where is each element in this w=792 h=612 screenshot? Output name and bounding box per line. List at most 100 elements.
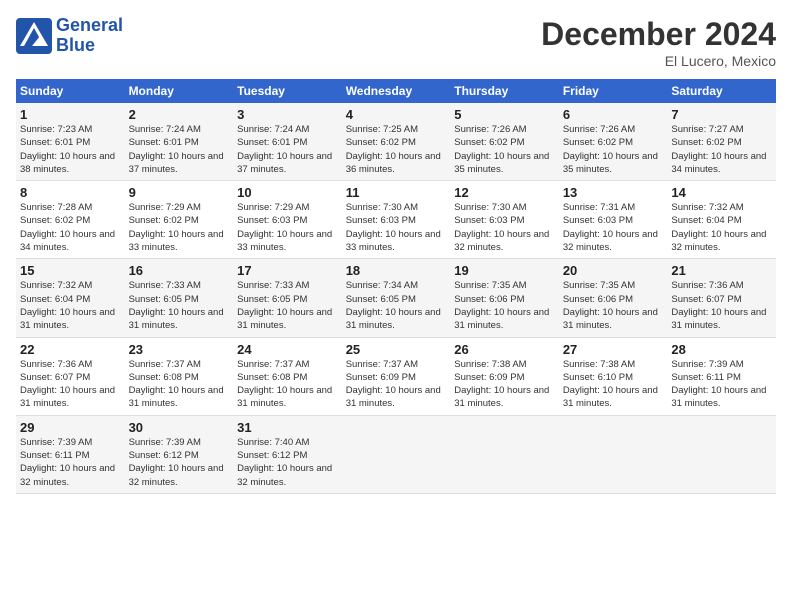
day-info: Sunrise: 7:32 AMSunset: 6:04 PMDaylight:… [20,279,121,332]
day-cell: 28 Sunrise: 7:39 AMSunset: 6:11 PMDaylig… [667,337,776,415]
day-number: 27 [563,342,664,357]
logo: General Blue [16,16,123,56]
day-cell: 4 Sunrise: 7:25 AMSunset: 6:02 PMDayligh… [342,103,451,181]
day-info: Sunrise: 7:39 AMSunset: 6:11 PMDaylight:… [671,358,772,411]
day-info: Sunrise: 7:37 AMSunset: 6:09 PMDaylight:… [346,358,447,411]
week-row-2: 8 Sunrise: 7:28 AMSunset: 6:02 PMDayligh… [16,181,776,259]
day-cell [450,415,559,493]
day-number: 13 [563,185,664,200]
day-cell: 9 Sunrise: 7:29 AMSunset: 6:02 PMDayligh… [125,181,234,259]
day-info: Sunrise: 7:23 AMSunset: 6:01 PMDaylight:… [20,123,121,176]
day-cell [559,415,668,493]
main-title: December 2024 [541,16,776,53]
day-number: 5 [454,107,555,122]
day-number: 17 [237,263,338,278]
day-number: 24 [237,342,338,357]
day-info: Sunrise: 7:26 AMSunset: 6:02 PMDaylight:… [563,123,664,176]
day-cell: 19 Sunrise: 7:35 AMSunset: 6:06 PMDaylig… [450,259,559,337]
day-cell: 12 Sunrise: 7:30 AMSunset: 6:03 PMDaylig… [450,181,559,259]
day-number: 18 [346,263,447,278]
day-number: 16 [129,263,230,278]
day-info: Sunrise: 7:32 AMSunset: 6:04 PMDaylight:… [671,201,772,254]
day-cell: 17 Sunrise: 7:33 AMSunset: 6:05 PMDaylig… [233,259,342,337]
day-info: Sunrise: 7:37 AMSunset: 6:08 PMDaylight:… [237,358,338,411]
day-number: 28 [671,342,772,357]
header-row: SundayMondayTuesdayWednesdayThursdayFrid… [16,79,776,103]
logo-text: General Blue [56,16,123,56]
day-number: 19 [454,263,555,278]
day-number: 25 [346,342,447,357]
day-info: Sunrise: 7:38 AMSunset: 6:10 PMDaylight:… [563,358,664,411]
day-info: Sunrise: 7:33 AMSunset: 6:05 PMDaylight:… [129,279,230,332]
day-number: 14 [671,185,772,200]
header-cell-friday: Friday [559,79,668,103]
day-info: Sunrise: 7:29 AMSunset: 6:03 PMDaylight:… [237,201,338,254]
day-cell: 15 Sunrise: 7:32 AMSunset: 6:04 PMDaylig… [16,259,125,337]
day-number: 26 [454,342,555,357]
day-info: Sunrise: 7:29 AMSunset: 6:02 PMDaylight:… [129,201,230,254]
day-cell: 18 Sunrise: 7:34 AMSunset: 6:05 PMDaylig… [342,259,451,337]
day-number: 29 [20,420,121,435]
header-cell-tuesday: Tuesday [233,79,342,103]
day-info: Sunrise: 7:35 AMSunset: 6:06 PMDaylight:… [454,279,555,332]
day-number: 22 [20,342,121,357]
day-number: 7 [671,107,772,122]
header-cell-saturday: Saturday [667,79,776,103]
day-info: Sunrise: 7:35 AMSunset: 6:06 PMDaylight:… [563,279,664,332]
logo-icon [16,18,52,54]
calendar-table: SundayMondayTuesdayWednesdayThursdayFrid… [16,79,776,494]
day-number: 12 [454,185,555,200]
day-cell: 24 Sunrise: 7:37 AMSunset: 6:08 PMDaylig… [233,337,342,415]
logo-line1: General [56,16,123,36]
day-info: Sunrise: 7:28 AMSunset: 6:02 PMDaylight:… [20,201,121,254]
header-cell-sunday: Sunday [16,79,125,103]
day-cell: 6 Sunrise: 7:26 AMSunset: 6:02 PMDayligh… [559,103,668,181]
day-cell: 20 Sunrise: 7:35 AMSunset: 6:06 PMDaylig… [559,259,668,337]
day-cell: 21 Sunrise: 7:36 AMSunset: 6:07 PMDaylig… [667,259,776,337]
day-cell: 29 Sunrise: 7:39 AMSunset: 6:11 PMDaylig… [16,415,125,493]
day-info: Sunrise: 7:27 AMSunset: 6:02 PMDaylight:… [671,123,772,176]
day-info: Sunrise: 7:36 AMSunset: 6:07 PMDaylight:… [671,279,772,332]
day-info: Sunrise: 7:37 AMSunset: 6:08 PMDaylight:… [129,358,230,411]
day-number: 21 [671,263,772,278]
day-cell: 3 Sunrise: 7:24 AMSunset: 6:01 PMDayligh… [233,103,342,181]
day-info: Sunrise: 7:24 AMSunset: 6:01 PMDaylight:… [129,123,230,176]
day-cell: 30 Sunrise: 7:39 AMSunset: 6:12 PMDaylig… [125,415,234,493]
day-number: 8 [20,185,121,200]
day-cell [342,415,451,493]
day-info: Sunrise: 7:36 AMSunset: 6:07 PMDaylight:… [20,358,121,411]
header-cell-wednesday: Wednesday [342,79,451,103]
day-number: 31 [237,420,338,435]
header-cell-thursday: Thursday [450,79,559,103]
day-info: Sunrise: 7:30 AMSunset: 6:03 PMDaylight:… [346,201,447,254]
day-cell: 1 Sunrise: 7:23 AMSunset: 6:01 PMDayligh… [16,103,125,181]
day-info: Sunrise: 7:31 AMSunset: 6:03 PMDaylight:… [563,201,664,254]
day-number: 4 [346,107,447,122]
day-cell: 2 Sunrise: 7:24 AMSunset: 6:01 PMDayligh… [125,103,234,181]
day-info: Sunrise: 7:30 AMSunset: 6:03 PMDaylight:… [454,201,555,254]
day-info: Sunrise: 7:24 AMSunset: 6:01 PMDaylight:… [237,123,338,176]
day-number: 15 [20,263,121,278]
week-row-4: 22 Sunrise: 7:36 AMSunset: 6:07 PMDaylig… [16,337,776,415]
day-info: Sunrise: 7:33 AMSunset: 6:05 PMDaylight:… [237,279,338,332]
day-cell: 10 Sunrise: 7:29 AMSunset: 6:03 PMDaylig… [233,181,342,259]
day-info: Sunrise: 7:39 AMSunset: 6:12 PMDaylight:… [129,436,230,489]
day-info: Sunrise: 7:34 AMSunset: 6:05 PMDaylight:… [346,279,447,332]
page-header: General Blue December 2024 El Lucero, Me… [16,16,776,69]
day-number: 9 [129,185,230,200]
day-cell: 14 Sunrise: 7:32 AMSunset: 6:04 PMDaylig… [667,181,776,259]
day-cell: 13 Sunrise: 7:31 AMSunset: 6:03 PMDaylig… [559,181,668,259]
day-info: Sunrise: 7:26 AMSunset: 6:02 PMDaylight:… [454,123,555,176]
day-cell: 16 Sunrise: 7:33 AMSunset: 6:05 PMDaylig… [125,259,234,337]
day-number: 20 [563,263,664,278]
day-cell: 25 Sunrise: 7:37 AMSunset: 6:09 PMDaylig… [342,337,451,415]
day-cell: 5 Sunrise: 7:26 AMSunset: 6:02 PMDayligh… [450,103,559,181]
day-number: 6 [563,107,664,122]
day-number: 23 [129,342,230,357]
day-cell [667,415,776,493]
week-row-3: 15 Sunrise: 7:32 AMSunset: 6:04 PMDaylig… [16,259,776,337]
day-cell: 27 Sunrise: 7:38 AMSunset: 6:10 PMDaylig… [559,337,668,415]
header-cell-monday: Monday [125,79,234,103]
day-number: 1 [20,107,121,122]
day-number: 3 [237,107,338,122]
